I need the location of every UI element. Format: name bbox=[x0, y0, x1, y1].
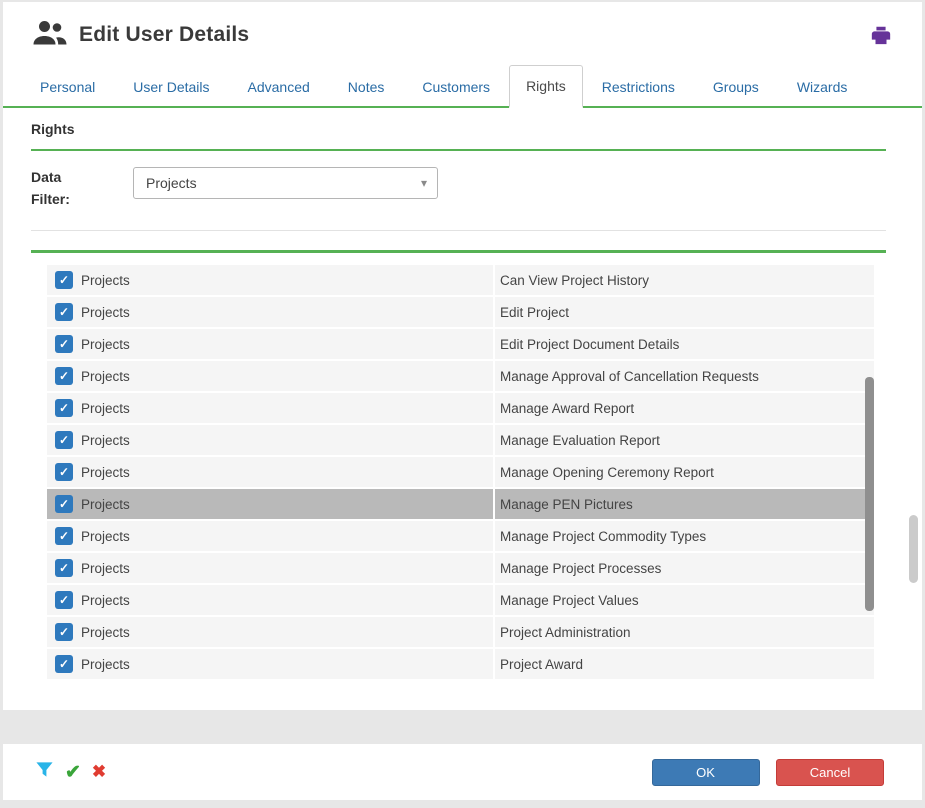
ok-button[interactable]: OK bbox=[652, 759, 760, 786]
tab-groups[interactable]: Groups bbox=[694, 69, 778, 106]
checkbox[interactable]: ✓ bbox=[55, 591, 73, 609]
checkbox[interactable]: ✓ bbox=[55, 271, 73, 289]
checkbox-cell: ✓ bbox=[47, 329, 81, 359]
table-row[interactable]: ✓ Projects Manage Project Commodity Type… bbox=[47, 521, 874, 553]
chevron-down-icon: ▾ bbox=[421, 176, 427, 190]
category-cell: Projects bbox=[81, 521, 495, 551]
tab-notes[interactable]: Notes bbox=[329, 69, 404, 106]
checkbox-cell: ✓ bbox=[47, 265, 81, 295]
category-cell: Projects bbox=[81, 265, 495, 295]
table-row[interactable]: ✓ Projects Manage Evaluation Report bbox=[47, 425, 874, 457]
footer-buttons: OK Cancel bbox=[652, 759, 884, 786]
table-row[interactable]: ✓ Projects Can View Project History bbox=[47, 265, 874, 297]
table-row[interactable]: ✓ Projects Manage Approval of Cancellati… bbox=[47, 361, 874, 393]
category-cell: Projects bbox=[81, 361, 495, 391]
checkbox-cell: ✓ bbox=[47, 457, 81, 487]
right-name-cell: Manage Opening Ceremony Report bbox=[495, 457, 874, 487]
users-icon bbox=[31, 19, 67, 51]
checkbox-cell: ✓ bbox=[47, 585, 81, 615]
rights-table: ✓ Projects Can View Project History ✓ Pr… bbox=[47, 265, 874, 701]
data-filter-value: Projects bbox=[146, 175, 197, 191]
category-cell: Projects bbox=[81, 393, 495, 423]
right-name-cell: Manage Project Processes bbox=[495, 553, 874, 583]
tab-personal[interactable]: Personal bbox=[21, 69, 114, 106]
divider bbox=[31, 250, 886, 253]
checkbox-cell: ✓ bbox=[47, 393, 81, 423]
right-name-cell: Project Award bbox=[495, 649, 874, 679]
print-icon[interactable] bbox=[870, 24, 892, 46]
checkbox[interactable]: ✓ bbox=[55, 527, 73, 545]
data-filter-select[interactable]: Projects ▾ bbox=[133, 167, 438, 199]
category-cell: Projects bbox=[81, 489, 495, 519]
table-row[interactable]: ✓ Projects Manage Award Report bbox=[47, 393, 874, 425]
tab-rights[interactable]: Rights bbox=[509, 65, 583, 108]
right-name-cell: Manage Project Commodity Types bbox=[495, 521, 874, 551]
right-name-cell: Edit Project Document Details bbox=[495, 329, 874, 359]
tab-bar: PersonalUser DetailsAdvancedNotesCustome… bbox=[3, 65, 922, 108]
category-cell: Projects bbox=[81, 649, 495, 679]
cancel-button[interactable]: Cancel bbox=[776, 759, 884, 786]
tab-user-details[interactable]: User Details bbox=[114, 69, 228, 106]
checkbox-cell: ✓ bbox=[47, 521, 81, 551]
footer-bar: ✔ ✖ OK Cancel bbox=[3, 744, 922, 800]
tab-wizards[interactable]: Wizards bbox=[778, 69, 867, 106]
checkbox[interactable]: ✓ bbox=[55, 495, 73, 513]
checkbox[interactable]: ✓ bbox=[55, 623, 73, 641]
right-name-cell: Manage Award Report bbox=[495, 393, 874, 423]
table-row[interactable]: ✓ Projects Project Administration bbox=[47, 617, 874, 649]
reject-x-icon[interactable]: ✖ bbox=[92, 762, 106, 782]
checkbox[interactable]: ✓ bbox=[55, 399, 73, 417]
checkbox-cell: ✓ bbox=[47, 553, 81, 583]
edit-user-details-window: Edit User Details PersonalUser DetailsAd… bbox=[3, 2, 922, 710]
table-scrollbar-thumb[interactable] bbox=[865, 377, 874, 611]
checkbox[interactable]: ✓ bbox=[55, 335, 73, 353]
filter-funnel-icon[interactable] bbox=[35, 760, 54, 784]
checkbox-cell: ✓ bbox=[47, 489, 81, 519]
checkbox[interactable]: ✓ bbox=[55, 303, 73, 321]
table-scrollbar[interactable] bbox=[865, 265, 874, 701]
checkbox-cell: ✓ bbox=[47, 297, 81, 327]
checkbox[interactable]: ✓ bbox=[55, 463, 73, 481]
category-cell: Projects bbox=[81, 297, 495, 327]
category-cell: Projects bbox=[81, 329, 495, 359]
table-row[interactable]: ✓ Projects Manage PEN Pictures bbox=[47, 489, 874, 521]
checkbox-cell: ✓ bbox=[47, 649, 81, 679]
table-row[interactable]: ✓ Projects Project Award bbox=[47, 649, 874, 681]
table-row[interactable]: ✓ Projects Manage Project Values bbox=[47, 585, 874, 617]
checkbox-cell: ✓ bbox=[47, 617, 81, 647]
section-title: Rights bbox=[3, 108, 922, 149]
table-row[interactable]: ✓ Projects Manage Opening Ceremony Repor… bbox=[47, 457, 874, 489]
table-row[interactable]: ✓ Projects Edit Project bbox=[47, 297, 874, 329]
right-name-cell: Manage PEN Pictures bbox=[495, 489, 874, 519]
data-filter-row: Data Filter: Projects ▾ bbox=[3, 151, 922, 230]
right-name-cell: Manage Approval of Cancellation Requests bbox=[495, 361, 874, 391]
tab-advanced[interactable]: Advanced bbox=[229, 69, 329, 106]
tab-restrictions[interactable]: Restrictions bbox=[583, 69, 694, 106]
table-row[interactable]: ✓ Projects Manage Project Processes bbox=[47, 553, 874, 585]
footer-icons: ✔ ✖ bbox=[35, 760, 106, 784]
checkbox[interactable]: ✓ bbox=[55, 431, 73, 449]
checkbox-cell: ✓ bbox=[47, 425, 81, 455]
window-header: Edit User Details bbox=[3, 2, 922, 61]
tab-customers[interactable]: Customers bbox=[403, 69, 509, 106]
right-name-cell: Manage Project Values bbox=[495, 585, 874, 615]
right-name-cell: Can View Project History bbox=[495, 265, 874, 295]
page-title: Edit User Details bbox=[79, 23, 249, 47]
category-cell: Projects bbox=[81, 425, 495, 455]
category-cell: Projects bbox=[81, 585, 495, 615]
data-filter-label: Data Filter: bbox=[31, 167, 93, 210]
table-row[interactable]: ✓ Projects Edit Project Document Details bbox=[47, 329, 874, 361]
checkbox-cell: ✓ bbox=[47, 361, 81, 391]
right-name-cell: Project Administration bbox=[495, 617, 874, 647]
confirm-check-icon[interactable]: ✔ bbox=[65, 761, 81, 784]
category-cell: Projects bbox=[81, 617, 495, 647]
category-cell: Projects bbox=[81, 553, 495, 583]
page-scrollbar[interactable] bbox=[909, 515, 918, 583]
category-cell: Projects bbox=[81, 457, 495, 487]
checkbox[interactable]: ✓ bbox=[55, 367, 73, 385]
right-name-cell: Manage Evaluation Report bbox=[495, 425, 874, 455]
checkbox[interactable]: ✓ bbox=[55, 559, 73, 577]
checkbox[interactable]: ✓ bbox=[55, 655, 73, 673]
right-name-cell: Edit Project bbox=[495, 297, 874, 327]
